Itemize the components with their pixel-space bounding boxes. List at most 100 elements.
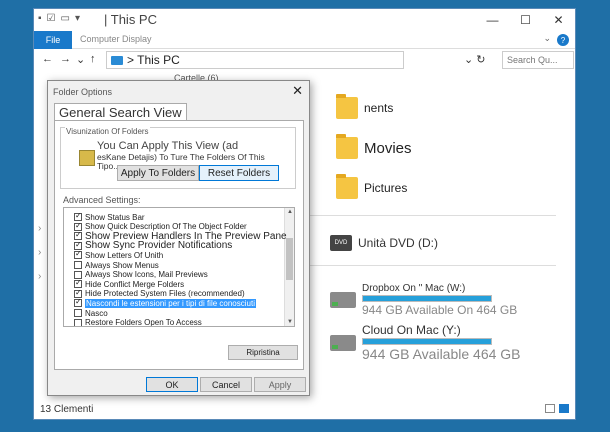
address-field[interactable]: > This PC [106, 51, 404, 69]
folder-pictures[interactable]: Pictures [336, 174, 407, 199]
checkbox[interactable] [74, 261, 82, 269]
address-bar: ← → ⌄ ↑ > This PC ⌄ ↻ Search Qu... [34, 49, 575, 71]
advanced-setting-label: Nascondi le estensioni per i tipi di fil… [85, 298, 256, 308]
drive-name: Unità DVD (D:) [358, 236, 439, 250]
checkbox[interactable] [74, 309, 82, 317]
qat-icon-2[interactable]: ☑ [47, 13, 56, 24]
advanced-settings-list[interactable]: ▲ ▼ Show Status BarShow Quick Descriptio… [63, 207, 295, 327]
advanced-setting-item[interactable]: Always Show Menus [74, 260, 159, 270]
scroll-thumb[interactable] [286, 238, 293, 280]
nav-expand-icon[interactable]: › [38, 271, 41, 282]
hard-drive-icon [330, 334, 356, 351]
restore-defaults-button[interactable]: Ripristina [228, 345, 298, 360]
scroll-down-icon[interactable]: ▼ [287, 319, 293, 325]
view-tab-panel: Visunization Of Folders You Can Apply Th… [54, 120, 304, 370]
recent-dropdown-icon[interactable]: ⌄ [76, 53, 85, 66]
drive-name: Cloud On Mac (Y:) [362, 323, 461, 337]
help-icon[interactable]: ? [557, 34, 569, 46]
drive-usage-fill [363, 296, 491, 301]
minimize-button[interactable]: — [476, 9, 509, 31]
advanced-setting-label: Nasco [85, 308, 108, 318]
divider [296, 215, 556, 216]
folder-icon [336, 134, 358, 159]
forward-arrow-icon[interactable]: → [60, 53, 71, 65]
fv-line-2: esKane Detajis) To Ture The Folders Of T… [97, 151, 265, 162]
nav-expand-icon[interactable]: › [38, 247, 41, 258]
search-placeholder: Search Qu... [507, 55, 558, 65]
dialog-close-button[interactable]: ✕ [292, 83, 303, 99]
folder-options-dialog: Folder Options ✕ General Search View Vis… [47, 80, 310, 396]
folder-label: Movies [364, 139, 412, 157]
advanced-setting-item[interactable]: Hide Conflict Merge Folders [74, 278, 185, 289]
advanced-setting-item[interactable]: Show Letters Of Unith [74, 249, 163, 260]
title-bar: ▪ ☑ ▭ ▾ | This PC — ☐ ✕ [34, 9, 575, 31]
advanced-setting-label: Always Show Icons, Mail Previews [85, 270, 208, 280]
advanced-setting-item[interactable]: Restore Folders Open To Access [74, 318, 202, 327]
checkbox[interactable] [74, 297, 82, 308]
drive-space: 944 GB Available 464 GB [362, 346, 521, 362]
divider [296, 265, 556, 266]
address-path: > This PC [127, 53, 180, 67]
file-tab[interactable]: File [34, 31, 72, 49]
drive-cloud[interactable]: Cloud On Mac (Y:) 944 GB Available 464 G… [330, 323, 521, 362]
nav-expand-icon[interactable]: › [38, 223, 41, 234]
advanced-setting-item[interactable]: Show Status Bar [74, 211, 145, 222]
folder-documents[interactable]: nents [336, 94, 394, 119]
ribbon-collapse-icon[interactable]: ⌄ [543, 33, 551, 44]
advanced-setting-label: Hide Conflict Merge Folders [85, 279, 185, 289]
large-icons-view-icon[interactable] [559, 404, 569, 413]
close-window-button[interactable]: ✕ [542, 9, 575, 31]
folder-icon [336, 174, 358, 199]
folder-views-title: Visunization Of Folders [65, 127, 150, 136]
ok-button[interactable]: OK [146, 377, 198, 392]
cancel-button[interactable]: Cancel [200, 377, 252, 392]
window-title: | This PC [104, 12, 157, 27]
qat-icon-1[interactable]: ▪ [38, 13, 42, 24]
details-view-icon[interactable] [545, 404, 555, 413]
drive-usage-bar [362, 338, 492, 345]
advanced-setting-label: Always Show Menus [85, 260, 159, 270]
checkbox[interactable] [74, 318, 82, 326]
advanced-setting-item[interactable]: Nascondi le estensioni per i tipi di fil… [74, 297, 256, 308]
view-switcher [545, 404, 569, 413]
advanced-setting-item[interactable]: Show Sync Provider Notifications [74, 240, 232, 251]
advanced-setting-item[interactable]: Hide Protected System Files (recommended… [74, 288, 245, 299]
drive-dropbox[interactable]: Dropbox On " Mac (W:) 944 GB Available O… [330, 283, 517, 317]
qat-dropdown-icon[interactable]: ▾ [75, 13, 80, 24]
advanced-setting-label: Hide Protected System Files (recommended… [85, 289, 245, 299]
folder-label: nents [364, 101, 394, 115]
drive-name: Dropbox On " Mac (W:) [362, 283, 466, 294]
window-controls: — ☐ ✕ [476, 9, 575, 31]
folder-movies[interactable]: Movies [336, 134, 412, 159]
checkbox[interactable] [74, 249, 82, 260]
search-input[interactable]: Search Qu... [502, 51, 574, 69]
hard-drive-icon [330, 292, 356, 308]
advanced-setting-label: Restore Folders Open To Access [85, 318, 202, 327]
drive-usage-fill [363, 339, 491, 344]
refresh-icon[interactable]: ⌄ ↻ [464, 53, 486, 66]
reset-folders-button[interactable]: Reset Folders [199, 165, 279, 181]
dialog-tabs[interactable]: General Search View [54, 103, 187, 121]
up-arrow-icon[interactable]: ↑ [90, 53, 96, 65]
status-bar: 13 Clementi [34, 399, 575, 419]
advanced-scrollbar[interactable]: ▲ ▼ [284, 208, 294, 326]
advanced-setting-item[interactable]: Always Show Icons, Mail Previews [74, 270, 208, 280]
apply-to-folders-button[interactable]: Apply To Folders [117, 165, 199, 181]
maximize-button[interactable]: ☐ [509, 9, 542, 31]
advanced-setting-item[interactable]: Nasco [74, 308, 108, 318]
advanced-setting-label: Show Status Bar [85, 212, 145, 222]
qat-icon-3[interactable]: ▭ [61, 13, 70, 24]
ribbon: File Computer Display ⌄ ? [34, 31, 575, 49]
this-pc-icon [111, 55, 123, 65]
folder-views-group: Visunization Of Folders You Can Apply Th… [60, 127, 296, 189]
back-arrow-icon[interactable]: ← [42, 53, 53, 65]
scroll-up-icon[interactable]: ▲ [287, 209, 293, 215]
dialog-title: Folder Options [53, 87, 113, 97]
ribbon-tabs[interactable]: Computer Display [80, 34, 152, 44]
drive-dvd[interactable]: DVD Unità DVD (D:) [330, 235, 438, 251]
folder-view-icon [79, 150, 95, 166]
quick-access-toolbar: ▪ ☑ ▭ ▾ [38, 13, 80, 24]
advanced-settings-title: Advanced Settings: [63, 195, 141, 205]
apply-button[interactable]: Apply [254, 377, 306, 392]
folder-icon [336, 94, 358, 119]
